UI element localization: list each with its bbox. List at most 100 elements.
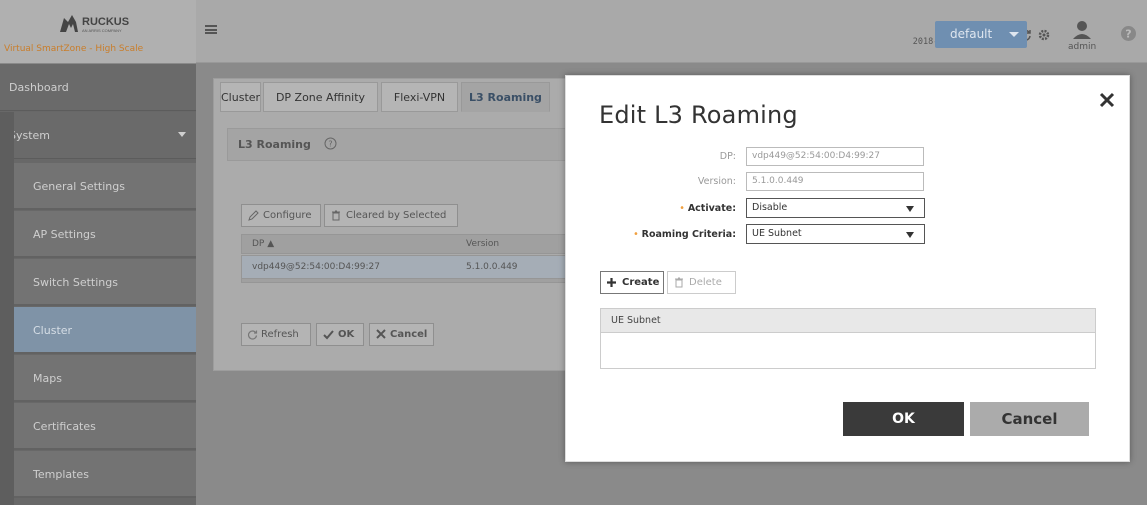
cell-version: 5.1.0.0.449 [466, 262, 518, 272]
criteria-value: UE Subnet [752, 228, 802, 239]
app-subtitle: Virtual SmartZone - High Scale [4, 44, 144, 54]
column-version[interactable]: Version [466, 239, 499, 249]
activate-label-text: Activate: [687, 203, 736, 214]
cleared-by-selected-button[interactable]: Cleared by Selected [324, 204, 458, 227]
refresh-button[interactable]: Refresh [241, 323, 311, 346]
sidebar: Dashboard System General Settings AP Set… [0, 64, 196, 505]
sidebar-item-label: Cluster [33, 324, 73, 337]
sidebar-item-templates[interactable]: Templates [14, 451, 196, 498]
domain-select[interactable]: default [935, 21, 1027, 48]
column-label: DP [252, 239, 265, 249]
tab-l3-roaming[interactable]: L3 Roaming [461, 82, 550, 112]
sidebar-item-switch-settings[interactable]: Switch Settings [14, 259, 196, 306]
table-header: UE Subnet [601, 309, 1095, 333]
version-field: 5.1.0.0.449 [746, 172, 924, 191]
roaming-criteria-select[interactable]: UE Subnet [746, 224, 925, 244]
dp-value: vdp449@52:54:00:D4:99:27 [752, 151, 881, 161]
refresh-label: Refresh [261, 329, 299, 340]
pencil-icon [248, 210, 259, 221]
check-icon [323, 329, 334, 340]
create-button[interactable]: Create [600, 271, 664, 294]
top-header: RUCKUS AN ARRIS COMPANY Virtual SmartZon… [0, 0, 1147, 63]
ue-subnet-table: UE Subnet [600, 308, 1096, 369]
domain-label: default [950, 27, 993, 41]
sidebar-item-label: AP Settings [33, 228, 96, 241]
sidebar-item-label: Switch Settings [33, 276, 118, 289]
sidebar-item-label: Dashboard [9, 81, 69, 94]
help-icon[interactable]: ? [324, 137, 337, 150]
sidebar-item-certificates[interactable]: Certificates [14, 403, 196, 450]
tab-dp-zone-affinity[interactable]: DP Zone Affinity [263, 82, 378, 112]
version-value: 5.1.0.0.449 [752, 176, 804, 186]
section-header: L3 Roaming ? [227, 128, 587, 161]
close-icon [376, 329, 386, 339]
tab-label: DP Zone Affinity [275, 91, 366, 104]
activate-select[interactable]: Disable [746, 198, 925, 218]
column-dp[interactable]: DP ▲ [252, 239, 274, 249]
dp-field: vdp449@52:54:00:D4:99:27 [746, 147, 924, 166]
version-label: Version: [697, 176, 736, 187]
ruckus-logo[interactable]: RUCKUS AN ARRIS COMPANY [58, 12, 138, 34]
column-ue-subnet[interactable]: UE Subnet [611, 315, 661, 326]
trash-icon [331, 210, 341, 221]
required-icon: • [679, 203, 685, 214]
cleared-label: Cleared by Selected [346, 210, 447, 221]
table-row[interactable]: vdp449@52:54:00:D4:99:27 5.1.0.0.449 [241, 255, 571, 279]
plus-icon [606, 277, 617, 288]
sidebar-item-maps[interactable]: Maps [14, 355, 196, 402]
svg-text:?: ? [328, 140, 332, 149]
sidebar-item-label: General Settings [33, 180, 125, 193]
tab-label: Cluster [221, 91, 261, 104]
logo-area: RUCKUS AN ARRIS COMPANY Virtual SmartZon… [0, 0, 196, 63]
logo-tagline: AN ARRIS COMPANY [82, 28, 122, 33]
gear-icon[interactable] [1037, 28, 1051, 42]
grid-footer [241, 279, 571, 283]
sidebar-submenu-rail [0, 112, 14, 505]
trash-icon [674, 277, 684, 288]
configure-button[interactable]: Configure [241, 204, 321, 227]
tab-label: Flexi-VPN [393, 91, 446, 104]
cancel-label: Cancel [390, 329, 428, 340]
cell-dp: vdp449@52:54:00:D4:99:27 [252, 262, 381, 272]
ok-button[interactable]: OK [316, 323, 364, 346]
ok-label: OK [338, 329, 355, 340]
chevron-down-icon [906, 232, 914, 238]
sidebar-item-label: Certificates [33, 420, 96, 433]
tab-cluster[interactable]: Cluster [220, 82, 261, 112]
dialog-title: Edit L3 Roaming [599, 101, 798, 129]
ok-button[interactable]: OK [843, 402, 964, 436]
sidebar-item-system[interactable]: System [0, 112, 196, 159]
chevron-down-icon [906, 206, 914, 212]
chevron-down-icon [178, 132, 186, 137]
sidebar-item-general-settings[interactable]: General Settings [14, 163, 196, 210]
help-icon[interactable]: ? [1120, 25, 1137, 42]
dp-label: DP: [719, 151, 736, 162]
edit-l3-roaming-dialog: Edit L3 Roaming DP: vdp449@52:54:00:D4:9… [565, 75, 1130, 462]
tab-label: L3 Roaming [469, 91, 542, 104]
sidebar-item-label: Templates [33, 468, 89, 481]
tab-flexi-vpn[interactable]: Flexi-VPN [381, 82, 458, 112]
grid-header: DP ▲ Version [241, 234, 571, 254]
user-label[interactable]: admin [1068, 42, 1096, 52]
roaming-criteria-label: • Roaming Criteria: [566, 229, 736, 240]
sidebar-item-dashboard[interactable]: Dashboard [0, 64, 196, 111]
cancel-button[interactable]: Cancel [369, 323, 434, 346]
chevron-down-icon [1001, 21, 1027, 48]
section-title: L3 Roaming [238, 138, 311, 151]
refresh-icon [247, 329, 258, 340]
criteria-label-text: Roaming Criteria: [641, 229, 736, 240]
required-icon: • [633, 229, 639, 240]
menu-icon[interactable] [205, 25, 217, 34]
cancel-button[interactable]: Cancel [970, 402, 1089, 436]
sidebar-item-label: System [9, 129, 51, 142]
sidebar-item-ap-settings[interactable]: AP Settings [14, 211, 196, 258]
delete-label: Delete [689, 277, 722, 288]
close-icon[interactable] [1097, 90, 1117, 110]
sidebar-item-label: Maps [33, 372, 62, 385]
configure-label: Configure [263, 210, 312, 221]
activate-label: • Activate: [566, 203, 736, 214]
delete-button[interactable]: Delete [667, 271, 736, 294]
svg-text:?: ? [1125, 28, 1131, 41]
create-label: Create [622, 277, 660, 288]
sidebar-item-cluster[interactable]: Cluster [14, 307, 196, 354]
